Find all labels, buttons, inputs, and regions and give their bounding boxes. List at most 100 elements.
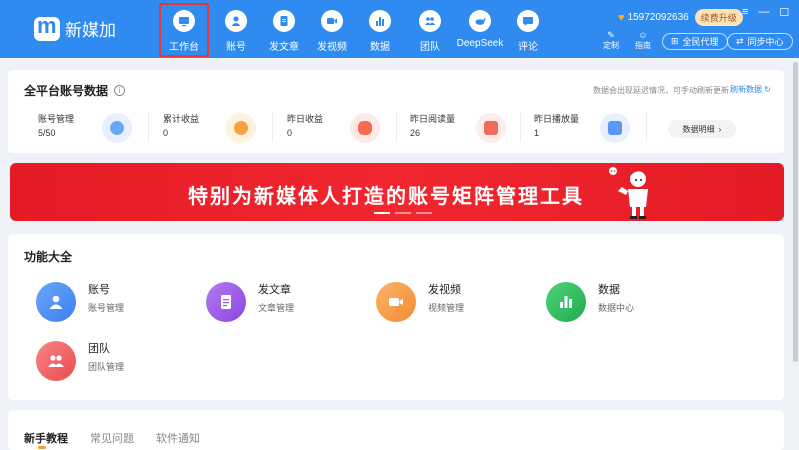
feature-team[interactable]: 团队 团队管理 bbox=[36, 341, 124, 381]
banner-dot[interactable] bbox=[374, 212, 390, 214]
sync-center-button[interactable]: ⇄ 同步中心 bbox=[727, 33, 793, 50]
agent-icon: ⊞ bbox=[671, 36, 679, 46]
stat-label: 累计收益 bbox=[163, 114, 200, 124]
data-detail-label: 数据明细 bbox=[682, 124, 715, 134]
phone-number: 15972092636 bbox=[627, 12, 689, 23]
video-icon bbox=[321, 10, 343, 32]
stat-value: 0 bbox=[287, 128, 293, 138]
stat-yesterday-plays: 昨日播放量 1 bbox=[534, 112, 579, 138]
document-icon bbox=[273, 10, 295, 32]
nav-comment[interactable]: 评论 bbox=[504, 4, 552, 56]
customize-label: 定制 bbox=[603, 41, 619, 50]
document-icon bbox=[206, 282, 246, 322]
promo-banner[interactable]: 特别为新媒体人打造的账号矩阵管理工具 bbox=[10, 163, 784, 221]
stat-yesterday-income: 昨日收益 0 bbox=[287, 112, 323, 138]
stat-value: 1 bbox=[534, 128, 540, 138]
tutorials-card: 新手教程 常见问题 软件通知 bbox=[8, 410, 784, 450]
nav-workbench[interactable]: 工作台 bbox=[159, 3, 209, 57]
nav-team[interactable]: 团队 bbox=[406, 4, 454, 56]
feature-desc: 数据中心 bbox=[598, 302, 635, 313]
nav-publish-video[interactable]: 发视频 bbox=[308, 4, 356, 56]
data-detail-button[interactable]: 数据明细 › bbox=[668, 120, 736, 138]
features-card: 功能大全 账号 账号管理 发文章 文章管理 发视频 视频管理 数据 数据中心 团… bbox=[8, 234, 784, 400]
stat-label: 昨日阅读量 bbox=[410, 114, 456, 124]
nav-label: 评论 bbox=[518, 42, 538, 53]
minimize-icon[interactable]: — bbox=[758, 6, 769, 19]
stats-note: 数据会出现延迟情况，可手动刷新更新 bbox=[593, 86, 729, 95]
feature-name: 团队 bbox=[88, 342, 110, 355]
scrollbar-thumb[interactable] bbox=[793, 62, 798, 362]
stats-title: 全平台账号数据 i bbox=[24, 82, 126, 99]
tab-beginner-tutorial[interactable]: 新手教程 bbox=[24, 430, 68, 449]
logo-icon bbox=[34, 13, 60, 41]
info-icon[interactable]: i bbox=[114, 85, 126, 96]
tab-faq[interactable]: 常见问题 bbox=[90, 430, 134, 446]
maximize-icon[interactable]: ☐ bbox=[779, 6, 789, 19]
divider bbox=[646, 112, 647, 142]
bar-chart-icon bbox=[369, 10, 391, 32]
nav-account[interactable]: 账号 bbox=[212, 4, 260, 56]
top-bar: 新媒加 工作台 账号 发文章 发视频 数据 团队 DeepSeek bbox=[0, 0, 799, 58]
sync-label: 同步中心 bbox=[747, 37, 784, 47]
tab-software-notice[interactable]: 软件通知 bbox=[156, 430, 200, 446]
feature-article[interactable]: 发文章 文章管理 bbox=[206, 282, 294, 322]
menu-icon[interactable]: ≡ bbox=[742, 6, 748, 19]
agent-button[interactable]: ⊞ 全民代理 bbox=[662, 33, 728, 50]
stat-value: 5/50 bbox=[38, 128, 56, 138]
app-name: 新媒加 bbox=[65, 21, 116, 40]
guide-button[interactable]: ☺ 指南 bbox=[632, 30, 654, 51]
guide-label: 指南 bbox=[635, 41, 651, 50]
feature-desc: 账号管理 bbox=[88, 302, 125, 313]
nav-label: 发文章 bbox=[269, 42, 299, 53]
comment-icon bbox=[517, 10, 539, 32]
whale-icon bbox=[469, 10, 491, 32]
refresh-button[interactable]: 刷新数据 ↻ bbox=[730, 84, 771, 95]
scrollbar[interactable] bbox=[792, 58, 799, 450]
video-icon bbox=[376, 282, 416, 322]
divider bbox=[396, 112, 397, 142]
banner-pagination bbox=[374, 212, 432, 214]
banner-dot[interactable] bbox=[416, 212, 432, 214]
feature-account[interactable]: 账号 账号管理 bbox=[36, 282, 124, 322]
feature-desc: 视频管理 bbox=[428, 302, 465, 313]
user-phone[interactable]: ♥ 15972092636 续费升级 bbox=[618, 9, 743, 26]
nav-publish-article[interactable]: 发文章 bbox=[260, 4, 308, 56]
stats-card: 全平台账号数据 i 数据会出现延迟情况，可手动刷新更新 刷新数据 ↻ 账号管理 … bbox=[8, 70, 784, 153]
feature-video[interactable]: 发视频 视频管理 bbox=[376, 282, 464, 322]
nav-label: 发视频 bbox=[317, 42, 347, 53]
nav-label: DeepSeek bbox=[456, 38, 504, 49]
stat-accounts[interactable]: 账号管理 5/50 bbox=[38, 112, 74, 138]
income-icon bbox=[226, 113, 256, 143]
feature-data[interactable]: 数据 数据中心 bbox=[546, 282, 634, 322]
banner-dot[interactable] bbox=[395, 212, 411, 214]
customize-button[interactable]: ✎ 定制 bbox=[600, 30, 622, 51]
feature-desc: 团队管理 bbox=[88, 361, 125, 372]
account-manage-icon bbox=[102, 113, 132, 143]
feature-name: 发文章 bbox=[258, 283, 291, 296]
divider bbox=[148, 112, 149, 142]
stat-value: 26 bbox=[410, 128, 421, 138]
app-logo: 新媒加 bbox=[34, 13, 116, 41]
nav-label: 数据 bbox=[370, 42, 390, 53]
bar-chart-icon bbox=[546, 282, 586, 322]
nav-label: 工作台 bbox=[169, 42, 199, 53]
tutorial-tabs: 新手教程 常见问题 软件通知 bbox=[24, 430, 200, 449]
play-icon bbox=[600, 113, 630, 143]
guide-icon: ☺ bbox=[638, 30, 648, 40]
nav-data[interactable]: 数据 bbox=[356, 4, 404, 56]
refresh-icon: ↻ bbox=[764, 85, 771, 94]
feature-name: 账号 bbox=[88, 283, 110, 296]
nav-deepseek[interactable]: DeepSeek bbox=[455, 4, 505, 56]
stat-yesterday-reads: 昨日阅读量 26 bbox=[410, 112, 455, 138]
read-icon bbox=[476, 113, 506, 143]
header-shortcuts: ✎ 定制 ☺ 指南 bbox=[600, 30, 654, 51]
window-controls: ≡ — ☐ ✕ bbox=[742, 6, 799, 19]
nav-label: 账号 bbox=[226, 42, 246, 53]
stat-label: 账号管理 bbox=[38, 114, 75, 124]
money-bag-icon bbox=[350, 113, 380, 143]
upgrade-button[interactable]: 续费升级 bbox=[694, 9, 743, 26]
stat-value: 0 bbox=[163, 128, 169, 138]
user-icon bbox=[36, 282, 76, 322]
sync-icon: ⇄ bbox=[736, 36, 744, 46]
team-icon bbox=[419, 10, 441, 32]
